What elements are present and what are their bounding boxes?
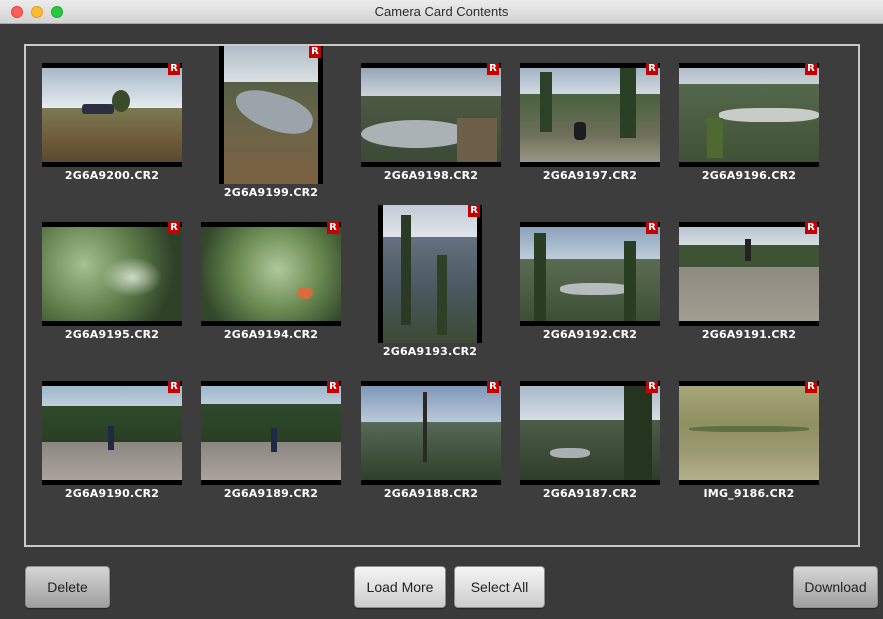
thumbnail-image[interactable] xyxy=(361,381,501,485)
thumbnail-filename: 2G6A9190.CR2 xyxy=(64,487,160,500)
select-all-button[interactable]: Select All xyxy=(454,566,545,608)
raw-badge: R xyxy=(805,381,817,393)
raw-badge: R xyxy=(487,63,499,75)
thumbnail-filename: 2G6A9195.CR2 xyxy=(64,328,160,341)
thumbnail-item[interactable]: R 2G6A9195.CR2 xyxy=(42,222,182,342)
window-title: Camera Card Contents xyxy=(374,4,509,19)
delete-button[interactable]: Delete xyxy=(25,566,110,608)
title-bar: Camera Card Contents xyxy=(0,0,883,24)
thumbnail-image[interactable] xyxy=(520,381,660,485)
thumbnail-filename: IMG_9186.CR2 xyxy=(703,487,795,500)
thumbnail-filename: 2G6A9198.CR2 xyxy=(383,169,479,182)
download-button[interactable]: Download xyxy=(793,566,878,608)
thumbnail-item[interactable]: R 2G6A9198.CR2 xyxy=(361,63,501,183)
thumbnail-item[interactable]: R 2G6A9191.CR2 xyxy=(679,222,819,342)
thumbnail-item[interactable]: R 2G6A9199.CR2 xyxy=(219,46,323,202)
load-more-button[interactable]: Load More xyxy=(354,566,446,608)
thumbnail-item[interactable]: R 2G6A9188.CR2 xyxy=(361,381,501,501)
thumbnail-item[interactable]: R 2G6A9197.CR2 xyxy=(520,63,660,183)
thumbnail-item[interactable]: R 2G6A9190.CR2 xyxy=(42,381,182,501)
raw-badge: R xyxy=(487,381,499,393)
thumbnail-filename: 2G6A9200.CR2 xyxy=(64,169,160,182)
raw-badge: R xyxy=(805,222,817,234)
thumbnail-item[interactable]: R 2G6A9200.CR2 xyxy=(42,63,182,183)
thumbnail-filename: 2G6A9196.CR2 xyxy=(701,169,797,182)
raw-badge: R xyxy=(646,222,658,234)
thumbnail-image[interactable] xyxy=(361,63,501,167)
thumbnail-image[interactable] xyxy=(520,222,660,326)
raw-badge: R xyxy=(327,381,339,393)
thumbnail-image[interactable] xyxy=(378,205,482,343)
thumbnail-grid: R 2G6A9200.CR2 R 2G6A9199.CR2 R 2G6A9198… xyxy=(24,44,860,547)
thumbnail-image[interactable] xyxy=(201,381,341,485)
thumbnail-filename: 2G6A9189.CR2 xyxy=(223,487,319,500)
thumbnail-filename: 2G6A9197.CR2 xyxy=(542,169,638,182)
thumbnail-image[interactable] xyxy=(679,63,819,167)
thumbnail-filename: 2G6A9199.CR2 xyxy=(223,186,319,199)
thumbnail-item[interactable]: R 2G6A9187.CR2 xyxy=(520,381,660,501)
main-content: R 2G6A9200.CR2 R 2G6A9199.CR2 R 2G6A9198… xyxy=(8,24,878,619)
thumbnail-image[interactable] xyxy=(201,222,341,326)
thumbnail-filename: 2G6A9187.CR2 xyxy=(542,487,638,500)
thumbnail-image[interactable] xyxy=(679,381,819,485)
thumbnail-filename: 2G6A9188.CR2 xyxy=(383,487,479,500)
thumbnail-item[interactable]: R 2G6A9189.CR2 xyxy=(201,381,341,501)
thumbnail-image[interactable] xyxy=(679,222,819,326)
thumbnail-item[interactable]: R 2G6A9196.CR2 xyxy=(679,63,819,183)
raw-badge: R xyxy=(646,381,658,393)
thumbnail-image[interactable] xyxy=(219,46,323,184)
thumbnail-filename: 2G6A9191.CR2 xyxy=(701,328,797,341)
thumbnail-item[interactable]: R 2G6A9192.CR2 xyxy=(520,222,660,342)
thumbnail-filename: 2G6A9194.CR2 xyxy=(223,328,319,341)
thumbnail-item[interactable]: R 2G6A9194.CR2 xyxy=(201,222,341,342)
raw-badge: R xyxy=(646,63,658,75)
raw-badge: R xyxy=(327,222,339,234)
thumbnail-image[interactable] xyxy=(42,63,182,167)
raw-badge: R xyxy=(468,205,480,217)
thumbnail-filename: 2G6A9193.CR2 xyxy=(382,345,478,358)
thumbnail-item[interactable]: R 2G6A9193.CR2 xyxy=(378,205,482,361)
raw-badge: R xyxy=(805,63,817,75)
raw-badge: R xyxy=(168,222,180,234)
thumbnail-item[interactable]: R IMG_9186.CR2 xyxy=(679,381,819,501)
thumbnail-image[interactable] xyxy=(42,381,182,485)
thumbnail-image[interactable] xyxy=(42,222,182,326)
raw-badge: R xyxy=(168,381,180,393)
thumbnail-image[interactable] xyxy=(520,63,660,167)
raw-badge: R xyxy=(168,63,180,75)
raw-badge: R xyxy=(309,46,321,58)
thumbnail-filename: 2G6A9192.CR2 xyxy=(542,328,638,341)
